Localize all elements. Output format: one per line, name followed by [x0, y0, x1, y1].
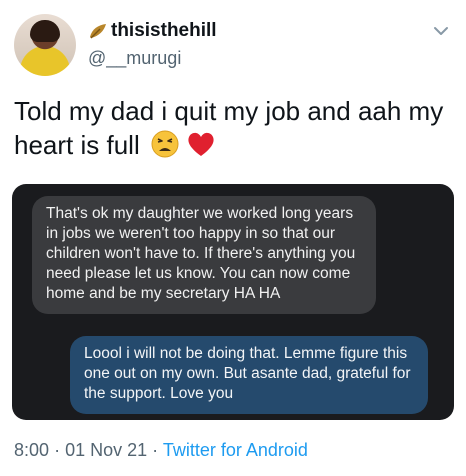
avatar[interactable] [14, 14, 76, 76]
display-name[interactable]: thisisthehill [111, 20, 217, 42]
media-screenshot[interactable]: That's ok my daughter we worked long yea… [12, 184, 454, 420]
user-handle[interactable]: @__murugi [88, 48, 181, 69]
tweet-text-body: Told my dad i quit my job and aah my hea… [14, 96, 444, 160]
tweet-source-link[interactable]: Twitter for Android [163, 440, 308, 460]
meta-separator: · [54, 440, 61, 460]
message-bubble-outgoing: Loool i will not be doing that. Lemme fi… [70, 336, 428, 414]
meta-separator: · [152, 440, 159, 460]
leaf-icon [90, 24, 106, 39]
chevron-down-icon[interactable] [432, 22, 450, 40]
tweet-meta: 8:00 · 01 Nov 21 · Twitter for Android [14, 440, 308, 461]
tweet-text: Told my dad i quit my job and aah my hea… [14, 94, 454, 162]
author-name-row[interactable]: thisisthehill [88, 20, 217, 42]
message-bubble-incoming: That's ok my daughter we worked long yea… [32, 196, 376, 314]
tweet-time[interactable]: 8:00 [14, 440, 49, 460]
tweet-date[interactable]: 01 Nov 21 [65, 440, 147, 460]
red-heart-icon [188, 132, 214, 156]
tired-face-icon [151, 130, 179, 158]
